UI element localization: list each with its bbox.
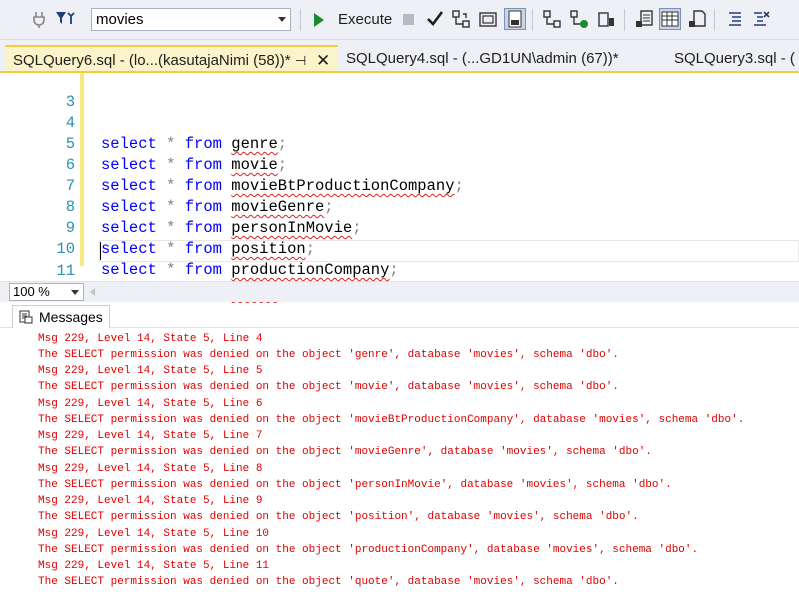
message-line: Msg 229, Level 14, State 5, Line 4 <box>38 333 263 345</box>
filter-icon[interactable] <box>54 8 76 30</box>
query-editor[interactable]: 3 4 select * from genre; 5 select * from… <box>0 71 799 301</box>
execute-play-icon <box>314 12 324 27</box>
message-line: The SELECT permission was denied on the … <box>38 479 672 491</box>
message-line: Msg 229, Level 14, State 5, Line 9 <box>38 495 263 507</box>
stop-icon[interactable] <box>397 8 419 30</box>
table-identifier: productionCompany <box>231 261 390 279</box>
results-grid-icon[interactable] <box>659 8 681 30</box>
comment-icon[interactable] <box>724 8 746 30</box>
message-line: The SELECT permission was denied on the … <box>38 381 619 393</box>
tab-label: SQLQuery3.sql - ( <box>674 50 795 67</box>
code-line: 3 <box>0 71 799 111</box>
toolbar-separator <box>532 9 533 31</box>
message-line: The SELECT permission was denied on the … <box>38 511 639 523</box>
message-line: The SELECT permission was denied on the … <box>38 446 652 458</box>
results-tabs: Messages <box>0 303 799 328</box>
code-line: 6 select * from movieBtProductionCompany… <box>0 134 799 195</box>
execute-label: Execute <box>338 11 393 28</box>
tab-label: SQLQuery6.sql - (lo...(kasutajaNimi (58)… <box>13 52 291 69</box>
tab-sqlquery4[interactable]: SQLQuery4.sql - (...GD1UN\admin (67))* <box>338 45 619 73</box>
line-number: 11 <box>56 262 75 280</box>
results-file-icon[interactable] <box>686 8 708 30</box>
parse-icon[interactable] <box>450 8 472 30</box>
code-line: 11 select * from quote; <box>0 240 799 301</box>
code-line: 7 select * from movieGenre; <box>0 155 799 216</box>
database-select-value: movies <box>96 11 144 28</box>
zoom-value: 100 % <box>13 284 50 299</box>
messages-icon <box>19 310 33 324</box>
text-caret <box>100 242 101 260</box>
message-line: The SELECT permission was denied on the … <box>38 414 745 426</box>
keyword-from: from <box>184 261 222 279</box>
code-line: 5 select * from movie; <box>0 113 799 174</box>
execute-button[interactable]: Execute <box>308 8 392 31</box>
message-line: The SELECT permission was denied on the … <box>38 576 619 588</box>
message-line: The SELECT permission was denied on the … <box>38 349 619 361</box>
client-stats-icon[interactable] <box>595 8 617 30</box>
message-line: Msg 229, Level 14, State 5, Line 11 <box>38 560 270 572</box>
message-line: The SELECT permission was denied on the … <box>38 544 699 556</box>
include-plan-icon[interactable] <box>568 8 590 30</box>
code-line: 10 select * from productionCompany; <box>0 218 799 279</box>
toolbar-separator <box>714 9 715 31</box>
message-line: Msg 229, Level 14, State 5, Line 10 <box>38 528 270 540</box>
message-line: Msg 229, Level 14, State 5, Line 6 <box>38 398 263 410</box>
code-line: 4 select * from genre; <box>0 92 799 153</box>
scroll-left-icon[interactable] <box>90 288 95 296</box>
semicolon: ; <box>389 261 399 279</box>
check-icon[interactable] <box>424 8 446 30</box>
messages-pane[interactable]: Msg 229, Level 14, State 5, Line 4 The S… <box>0 329 799 601</box>
uncomment-icon[interactable] <box>750 8 772 30</box>
message-line: Msg 229, Level 14, State 5, Line 8 <box>38 463 263 475</box>
plug-icon[interactable] <box>28 8 50 30</box>
tab-sqlquery6[interactable]: SQLQuery6.sql - (lo...(kasutajaNimi (58)… <box>5 45 338 73</box>
results-to-icon[interactable] <box>504 8 526 30</box>
message-line: Msg 229, Level 14, State 5, Line 5 <box>38 365 263 377</box>
tab-sqlquery3[interactable]: SQLQuery3.sql - ( <box>666 45 795 73</box>
toolbar-separator <box>624 9 625 31</box>
code-line: 8 select * from personInMovie; <box>0 176 799 237</box>
zoom-bar: 100 % <box>0 282 799 302</box>
code-line: 9 select * from position; <box>0 197 799 258</box>
document-tabs: SQLQuery6.sql - (lo...(kasutajaNimi (58)… <box>0 40 799 73</box>
toolbar-separator <box>300 9 301 31</box>
results-text-icon[interactable] <box>633 8 655 30</box>
keyword-select: select <box>101 261 157 279</box>
query-toolbar: movies Execute <box>0 0 799 40</box>
zoom-select[interactable]: 100 % <box>9 283 84 301</box>
operator-star: * <box>166 261 176 279</box>
tab-messages[interactable]: Messages <box>12 305 110 328</box>
tab-label: SQLQuery4.sql - (...GD1UN\admin (67))* <box>346 50 619 67</box>
display-plan-icon[interactable] <box>477 8 499 30</box>
tab-messages-label: Messages <box>39 309 103 325</box>
chevron-down-icon <box>71 290 79 295</box>
database-select[interactable]: movies <box>91 8 291 31</box>
message-line: Msg 229, Level 14, State 5, Line 7 <box>38 430 263 442</box>
chevron-down-icon <box>278 17 286 22</box>
estimated-plan-icon[interactable] <box>541 8 563 30</box>
